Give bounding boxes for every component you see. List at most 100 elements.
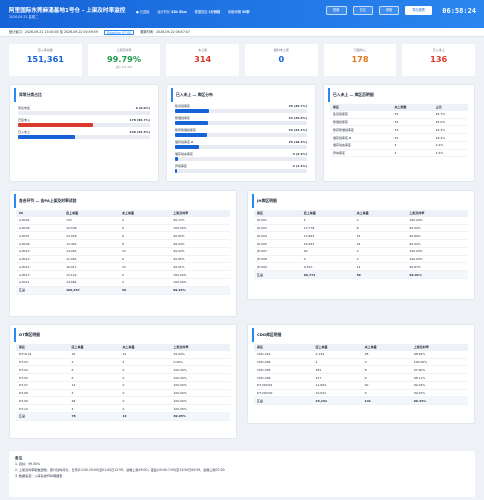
table-row: A-PA09 13,402 8 99.94% — [16, 239, 230, 248]
table-cell: 15 — [353, 231, 407, 241]
cdd-table: 库区 应上单量 未上单量 上架及时率 CDD-001 2,144 28 98.69% CDD-0… — [254, 344, 468, 406]
table-cell: 12 — [353, 262, 407, 272]
total-cell: 25,151 — [312, 396, 362, 406]
log-button[interactable]: 日志 — [352, 6, 373, 15]
table-cell: 29,487 — [300, 239, 354, 248]
panel-title: JH库区明细 — [252, 194, 474, 208]
pa-panel: 各合环节 — 含PA上架及时率试验 PA 应上单量 未上单量 上架及时率 A-PA05 7… — [9, 190, 237, 317]
table-row: CDD-005 381 8 97.90% — [254, 365, 468, 375]
table-cell: 10 — [119, 247, 171, 256]
table-cell: 99.92% — [410, 389, 468, 398]
table-cell: 100.00% — [406, 255, 468, 264]
bar-label-row: 已入未上 136 (43.3%) — [18, 130, 150, 134]
table-cell: 99.91% — [170, 262, 230, 272]
table-cell: JH-007 — [254, 247, 301, 256]
table-cell: A-PA09 — [16, 239, 64, 248]
table-cell: 9,510 — [300, 262, 354, 272]
total-cell: 66,772 — [300, 270, 354, 280]
table-cell: 13,402 — [63, 239, 119, 248]
table-cell: DTYK-01 — [16, 350, 69, 359]
table-cell: 6 — [68, 373, 120, 382]
table-cell: 99.23% — [410, 381, 468, 390]
bar-fill — [175, 133, 208, 137]
column-header: 上架及时率 — [410, 344, 468, 351]
table-cell: 2 — [391, 149, 433, 158]
bar-value: 33 (24.3%) — [288, 128, 307, 132]
bar-fill — [175, 109, 209, 113]
bar-label-row: 异常库区 2 (1.5%) — [175, 164, 307, 168]
table-cell: CDD-001 — [254, 350, 313, 359]
table-cell: 15 — [119, 262, 171, 272]
table-header-row: 库区 应上单量 未上单量 上架及时率 — [16, 344, 230, 351]
kpi-card: 上架及时率 99.79% 达标 151,361 — [87, 44, 161, 76]
table-row: DT-CDD01 11,664 90 99.23% — [254, 381, 468, 390]
table-cell: 6 — [361, 373, 411, 382]
table-cell: 2 — [68, 358, 120, 367]
table-cell: 33 — [391, 125, 433, 135]
total-cell: 汇总 — [16, 412, 69, 421]
table-cell: 24.3% — [432, 125, 468, 135]
table-cell: 整存整储批库区 — [330, 125, 392, 135]
table-cell: 0 — [119, 381, 171, 390]
table-cell: 8 — [353, 224, 407, 233]
bar-label-row: 储存批库区-B 25 (18.4%) — [175, 140, 307, 144]
table-row: DT-08 4 0 100.00% — [16, 389, 230, 398]
bar-label: 异常库区 — [175, 164, 188, 168]
notes-panel: 备注 1. 目标：99.50% 2. 上架及时率取数逻辑：按计划时间分，日周(1… — [9, 451, 475, 497]
config-button[interactable]: 配置 — [326, 6, 347, 15]
table-cell: 12 — [119, 350, 171, 359]
connection-status: ● 已连接 — [136, 10, 150, 14]
table-cell: 4 — [68, 404, 120, 414]
sub-bar: 统计窗口：2026-09-21 13:00:00 至 2026-09-22 00… — [0, 28, 484, 37]
total-cell: 141 — [361, 396, 411, 406]
table-cell: 0 — [353, 247, 407, 256]
table-cell: 9 — [361, 389, 411, 398]
table-cell: 100.00% — [410, 358, 468, 367]
table-row: JH-004 13,893 15 99.89% — [254, 231, 468, 241]
column-header: 上架及时率 — [170, 344, 230, 351]
kpi-card: 应入库总数 151,361 — [9, 44, 82, 76]
bar-label: 集货批库区 — [175, 104, 191, 108]
table-row: CDD-001 2,144 28 98.69% — [254, 350, 468, 359]
table-cell: CDD-005 — [254, 365, 313, 375]
table-cell: 99.72% — [170, 216, 230, 225]
table-cell: 8 — [361, 365, 411, 375]
table-cell: JH-005 — [254, 239, 301, 248]
table-cell: 14,062 — [63, 247, 119, 256]
table-cell: 2.2% — [432, 141, 468, 150]
zone-table: 库区 未上架数 占比 集货批库区 35 25.7% 整储批库区 34 25.0% 整存整储批库区 3… — [330, 104, 468, 158]
bar-track — [175, 133, 307, 137]
total-cell: 106,637 — [63, 285, 119, 295]
table-cell: 100.00% — [170, 224, 230, 233]
table-cell: 0 — [119, 365, 171, 375]
table-cell: 90 — [361, 381, 411, 390]
table-cell: 18.4% — [432, 133, 468, 142]
total-cell: 99.91% — [406, 270, 468, 280]
table-row: DT-CDD02 10,641 9 99.92% — [254, 389, 468, 398]
bar-value: 136 (43.3%) — [129, 130, 150, 134]
table-cell: 11,062 — [63, 255, 119, 264]
pa-table: PA 应上单量 未上单量 上架及时率 A-PA05 722 0 99.72% A-PA06 10,… — [16, 210, 230, 295]
table-cell: 25.0% — [432, 118, 468, 127]
table-cell: JH-004 — [254, 231, 301, 241]
table-cell: A-PA11 — [16, 278, 64, 287]
table-cell: 10,641 — [312, 389, 362, 398]
help-button[interactable]: 帮助 — [378, 6, 400, 15]
column-header: 未上单量 — [353, 210, 407, 217]
table-row: A-PA13 13,122 0 100.00% — [16, 270, 230, 280]
table-cell: 0 — [353, 255, 407, 264]
panel-title: 各合环节 — 含PA上架及时率试验 — [14, 194, 236, 208]
table-cell: 100.00% — [170, 404, 230, 414]
table-cell: DT-10 — [16, 404, 69, 414]
panel-title: CDD库区明细 — [252, 328, 474, 342]
table-cell: 5 — [300, 216, 354, 225]
table-cell: 6 — [68, 365, 120, 375]
table-cell: DT-CDD02 — [254, 389, 313, 398]
column-header: 库区 — [16, 344, 69, 351]
total-row: 汇总 78 14 82.05% — [16, 412, 230, 421]
table-row: A-PA10 14,062 10 99.93% — [16, 247, 230, 256]
table-cell: 4 — [68, 389, 120, 398]
panel-title: 已入未上 — 库区分布 — [171, 88, 315, 102]
export-button[interactable]: 导出报表 — [405, 6, 432, 15]
table-row: DT-05 6 0 100.00% — [16, 373, 230, 382]
